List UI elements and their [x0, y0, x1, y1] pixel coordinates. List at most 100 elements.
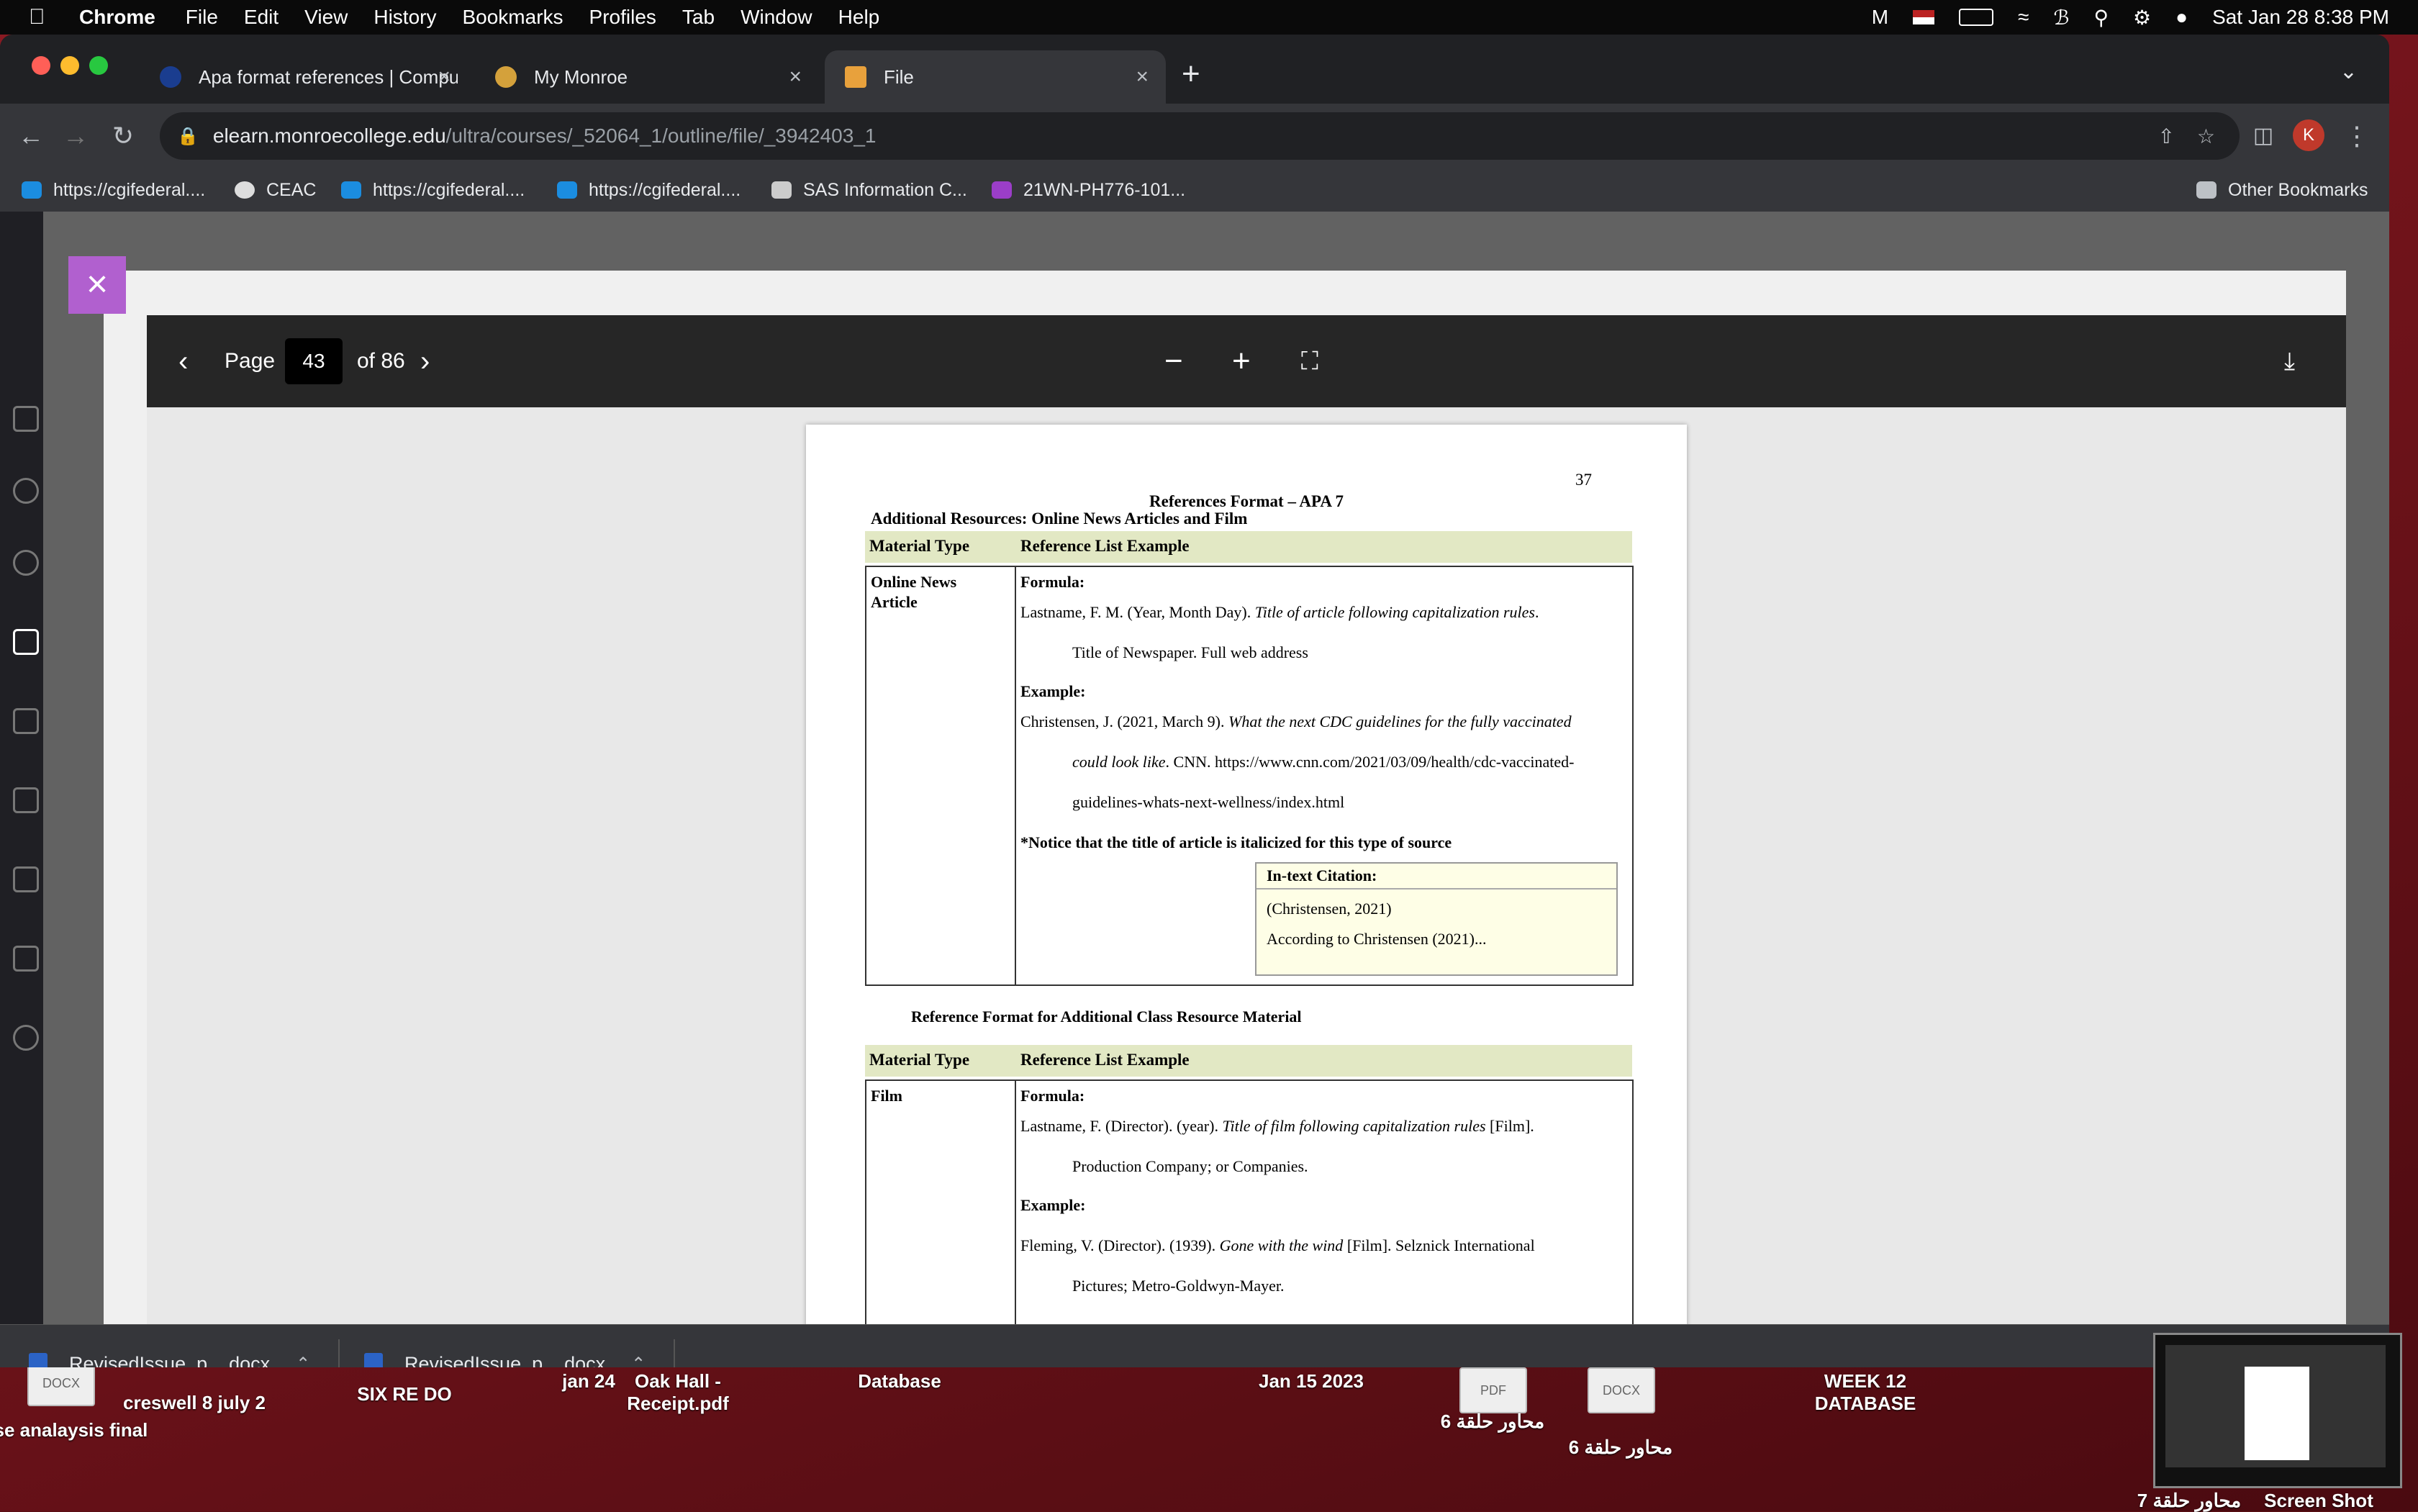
- menu-view[interactable]: View: [304, 6, 348, 29]
- grades-icon[interactable]: [13, 866, 39, 892]
- menu-window[interactable]: Window: [741, 6, 812, 29]
- chevron-up-icon[interactable]: ⌃: [296, 1354, 310, 1368]
- messages-icon[interactable]: [13, 787, 39, 813]
- desktop-item[interactable]: محاور حلقة 7: [2124, 1490, 2254, 1512]
- downloads-bar: RevisedIssue_p....docx ⌃ RevisedIssue_p.…: [0, 1324, 2389, 1367]
- tab-search-chevron-icon[interactable]: ⌄: [2340, 59, 2358, 84]
- next-page-button[interactable]: ›: [420, 315, 430, 407]
- desktop-item[interactable]: Jan 15 2023: [1218, 1370, 1405, 1393]
- institution-icon[interactable]: [13, 406, 39, 432]
- tab-close-icon[interactable]: ×: [1136, 65, 1149, 89]
- lock-icon[interactable]: 🔒: [177, 126, 199, 147]
- side-panel-icon[interactable]: ◫: [2244, 117, 2283, 155]
- screenshot-thumbnail[interactable]: [2153, 1333, 2402, 1488]
- bookmark-item[interactable]: https://cgifederal....: [22, 168, 205, 212]
- menu-edit[interactable]: Edit: [244, 6, 279, 29]
- example-line: Pictures; Metro-Goldwyn-Mayer.: [1072, 1277, 1285, 1295]
- page-number-input[interactable]: 43: [285, 338, 343, 384]
- bookmark-star-icon[interactable]: ☆: [2197, 125, 2215, 148]
- folder-icon: [2196, 181, 2216, 199]
- new-tab-button[interactable]: +: [1182, 56, 1200, 92]
- thumbnail-preview: [2165, 1345, 2386, 1467]
- profile-avatar[interactable]: K: [2293, 119, 2324, 151]
- bookmark-item[interactable]: https://cgifederal....: [341, 168, 525, 212]
- thumbnail-page: [2245, 1367, 2309, 1460]
- bookmarks-bar: https://cgifederal.... CEAC https://cgif…: [0, 168, 2389, 212]
- download-icon[interactable]: ⤓: [2284, 315, 2295, 407]
- tab-close-icon[interactable]: ×: [789, 65, 802, 89]
- pdf-viewport[interactable]: 37 References Format – APA 7 Additional …: [147, 407, 2346, 1324]
- desktop-item[interactable]: محاور حلقة 6: [1527, 1436, 1714, 1459]
- share-icon[interactable]: ⇧: [2158, 125, 2175, 148]
- bookmark-label: CEAC: [266, 179, 317, 200]
- globe-icon[interactable]: [13, 550, 39, 576]
- menu-file[interactable]: File: [186, 6, 218, 29]
- tab-my-monroe[interactable]: My Monroe ×: [475, 50, 819, 104]
- menu-profiles[interactable]: Profiles: [589, 6, 656, 29]
- zoom-in-button[interactable]: +: [1232, 315, 1251, 407]
- desktop-item[interactable]: case analaysis final: [0, 1419, 154, 1441]
- download-filename: RevisedIssue_p....docx: [404, 1352, 606, 1368]
- tab-file[interactable]: File ×: [825, 50, 1166, 104]
- chrome-menu-icon[interactable]: ⋮: [2337, 117, 2376, 155]
- bluetooth-icon[interactable]: ℬ: [2054, 6, 2070, 30]
- bookmark-item[interactable]: 21WN-PH776-101...: [992, 168, 1185, 212]
- sign-out-icon[interactable]: [13, 1025, 39, 1051]
- courses-icon[interactable]: [13, 629, 39, 655]
- control-center-icon[interactable]: ⚙: [2133, 6, 2151, 30]
- url-host: elearn.monroecollege.edu: [212, 125, 446, 147]
- desktop-item[interactable]: Database: [806, 1370, 993, 1393]
- zoom-window-icon[interactable]: [89, 56, 108, 75]
- other-bookmarks[interactable]: Other Bookmarks: [2196, 168, 2368, 212]
- wifi-icon[interactable]: ≈: [2018, 6, 2029, 29]
- profile-icon[interactable]: [13, 478, 39, 504]
- menu-history[interactable]: History: [373, 6, 436, 29]
- malwarebytes-icon[interactable]: M: [1872, 6, 1888, 29]
- tab-title: Apa format references | Compu: [199, 65, 458, 88]
- apple-icon[interactable]: : [29, 5, 58, 30]
- calendar-icon[interactable]: [13, 708, 39, 734]
- desktop-item[interactable]: Oak Hall - Receipt.pdf: [584, 1370, 771, 1415]
- zoom-out-button[interactable]: −: [1164, 315, 1183, 407]
- bookmark-item[interactable]: https://cgifederal....: [557, 168, 741, 212]
- desktop-item[interactable]: SIX RE DO: [311, 1383, 498, 1405]
- docx-file-icon[interactable]: DOCX: [1588, 1367, 1655, 1413]
- chevron-up-icon[interactable]: ⌃: [631, 1354, 646, 1368]
- battery-icon[interactable]: [1959, 9, 1994, 26]
- desktop-item[interactable]: creswell 8 july 2: [101, 1392, 288, 1414]
- reload-button[interactable]: ↻: [104, 117, 142, 155]
- menu-tab[interactable]: Tab: [682, 6, 715, 29]
- previous-page-button[interactable]: ‹: [178, 315, 188, 407]
- menu-bookmarks[interactable]: Bookmarks: [462, 6, 563, 29]
- desktop-item[interactable]: محاور حلقة 6: [1399, 1411, 1586, 1433]
- download-item[interactable]: RevisedIssue_p....docx ⌃: [364, 1325, 646, 1367]
- citation-header: In-text Citation:: [1256, 864, 1616, 889]
- tab-title: File: [884, 65, 914, 88]
- menubar-datetime[interactable]: Sat Jan 28 8:38 PM: [2212, 6, 2389, 29]
- tab-close-icon[interactable]: ×: [438, 65, 450, 89]
- siri-icon[interactable]: ●: [2175, 6, 2188, 29]
- address-bar[interactable]: 🔒 elearn.monroecollege.edu/ultra/courses…: [160, 112, 2240, 160]
- bookmark-item[interactable]: CEAC: [235, 168, 316, 212]
- menu-help[interactable]: Help: [838, 6, 880, 29]
- menubar-app-name[interactable]: Chrome: [79, 6, 155, 29]
- desktop-item[interactable]: WEEK 12 DATABASE: [1772, 1370, 1959, 1415]
- close-window-icon[interactable]: [32, 56, 50, 75]
- bookmark-item[interactable]: SAS Information C...: [771, 168, 967, 212]
- page-number-field[interactable]: 43: [285, 315, 343, 407]
- bookmark-label: https://cgifederal....: [373, 179, 525, 200]
- tab-title: My Monroe: [534, 65, 628, 88]
- close-viewer-button[interactable]: ×: [68, 256, 126, 314]
- desktop-item[interactable]: Screen Shot: [2240, 1490, 2398, 1512]
- tools-icon[interactable]: [13, 946, 39, 972]
- minimize-window-icon[interactable]: [60, 56, 79, 75]
- spotlight-search-icon[interactable]: ⚲: [2094, 6, 2109, 30]
- flag-icon[interactable]: [1913, 10, 1935, 24]
- fullscreen-icon[interactable]: ⛶: [1301, 315, 1318, 407]
- back-button[interactable]: ←: [12, 117, 50, 155]
- pdf-file-icon[interactable]: PDF: [1459, 1367, 1527, 1413]
- page-content: × ‹ Page 43 of 86 › − + ⛶ ⤓ 37 Reference…: [0, 212, 2389, 1324]
- forward-button[interactable]: →: [56, 117, 95, 155]
- download-item[interactable]: RevisedIssue_p....docx ⌃: [29, 1325, 310, 1367]
- tab-apa-format[interactable]: Apa format references | Compu ×: [140, 50, 468, 104]
